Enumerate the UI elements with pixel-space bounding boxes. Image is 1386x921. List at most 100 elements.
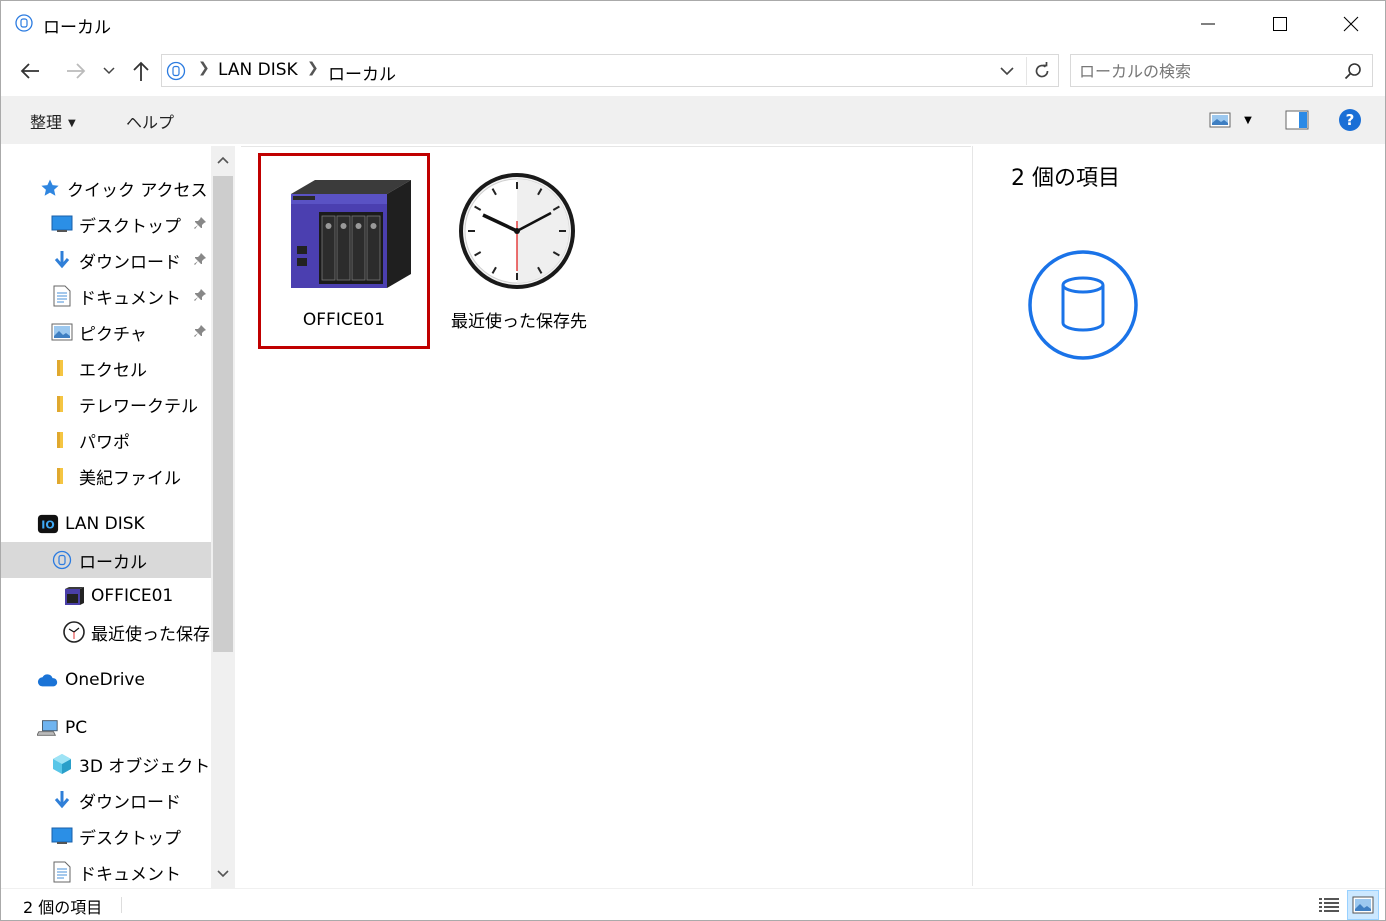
minimize-button[interactable] <box>1172 1 1244 47</box>
item-office01[interactable]: OFFICE01 <box>258 153 430 349</box>
nav-pc[interactable]: PC <box>1 710 211 746</box>
computer-icon <box>37 717 59 739</box>
nav-quick-access[interactable]: クイック アクセス <box>1 170 211 206</box>
download-icon <box>51 789 73 811</box>
nav-item-recent[interactable]: 最近使った保存先 <box>1 614 211 650</box>
3d-objects-icon <box>51 753 73 775</box>
nav-item-office01[interactable]: OFFICE01 <box>1 578 211 614</box>
preview-title: 2 個の項目 <box>1011 166 1120 191</box>
nav-item-pc-desktop[interactable]: デスクトップ <box>1 818 211 854</box>
nav-label: デスクトップ <box>79 216 181 237</box>
desktop-icon <box>51 825 73 847</box>
nav-item-desktop[interactable]: デスクトップ <box>1 206 211 242</box>
picture-icon <box>51 321 73 343</box>
organize-label: 整理 <box>30 113 63 132</box>
network-drive-icon <box>15 14 33 32</box>
large-icons-view-button[interactable] <box>1347 890 1379 920</box>
nav-label: 最近使った保存先 <box>91 624 211 645</box>
maximize-button[interactable] <box>1244 1 1316 47</box>
nav-item-downloads[interactable]: ダウンロード <box>1 242 211 278</box>
minimize-icon <box>1201 23 1215 25</box>
forward-button[interactable] <box>61 55 91 87</box>
scroll-up-icon[interactable] <box>215 152 231 168</box>
address-bar[interactable]: ❯ LAN DISK ❯ ローカル <box>161 54 1059 87</box>
download-icon <box>51 249 73 271</box>
arrow-left-icon <box>20 63 39 79</box>
nav-label: テレワークテル <box>79 396 198 417</box>
change-view-button[interactable] <box>1207 108 1233 132</box>
nav-item-telework-folder[interactable]: テレワークテル <box>1 386 211 422</box>
network-drive-icon <box>51 549 73 571</box>
pin-icon[interactable] <box>193 324 207 338</box>
status-bar: 2 個の項目 <box>1 888 1385 920</box>
back-button[interactable] <box>15 55 45 87</box>
nav-label: PC <box>65 718 88 738</box>
help-icon-button[interactable]: ? <box>1337 108 1363 132</box>
star-icon <box>39 177 61 199</box>
file-list: OFFICE01 最近使った保存先 <box>241 146 971 886</box>
nav-item-pc-documents[interactable]: ドキュメント <box>1 854 211 888</box>
document-icon <box>51 285 73 307</box>
view-thumbnail-icon <box>1209 112 1231 128</box>
cloud-icon <box>37 669 59 691</box>
nav-item-powerpoint-folder[interactable]: パワポ <box>1 422 211 458</box>
breadcrumb-chevron-icon[interactable]: ❯ <box>198 60 210 76</box>
organize-button[interactable]: 整理 ▼ <box>30 109 76 133</box>
pin-icon[interactable] <box>193 252 207 266</box>
nav-scrollbar[interactable] <box>211 146 235 888</box>
item-recent-locations[interactable]: 最近使った保存先 <box>433 153 605 349</box>
address-dropdown-button[interactable] <box>994 59 1020 83</box>
help-icon: ? <box>1339 109 1361 131</box>
preview-pane: 2 個の項目 <box>972 146 1385 886</box>
status-divider <box>121 897 122 913</box>
arrow-up-icon <box>133 61 149 81</box>
details-view-button[interactable] <box>1313 890 1345 920</box>
close-icon <box>1343 16 1359 32</box>
breadcrumb-chevron-icon[interactable]: ❯ <box>307 60 319 76</box>
network-drive-icon <box>166 61 186 81</box>
nav-item-documents[interactable]: ドキュメント <box>1 278 211 314</box>
refresh-icon <box>1035 62 1048 78</box>
status-text: 2 個の項目 <box>23 898 103 917</box>
preview-pane-button[interactable] <box>1284 108 1310 132</box>
nav-label: エクセル <box>79 360 147 381</box>
nav-onedrive[interactable]: OneDrive <box>1 662 211 698</box>
address-row: ❯ LAN DISK ❯ ローカル <box>1 47 1385 95</box>
help-button[interactable]: ヘルプ <box>126 109 174 133</box>
folder-icon <box>51 429 73 451</box>
nav-item-excel-folder[interactable]: エクセル <box>1 350 211 386</box>
svg-text:?: ? <box>1346 111 1355 129</box>
up-button[interactable] <box>126 55 156 87</box>
nav-label: ダウンロード <box>79 792 181 813</box>
breadcrumb-local[interactable]: ローカル <box>328 60 396 85</box>
scroll-thumb[interactable] <box>213 176 233 652</box>
nav-label: ローカル <box>79 552 147 573</box>
refresh-button[interactable] <box>1026 57 1056 85</box>
svg-text:IO: IO <box>41 519 54 532</box>
nav-item-local[interactable]: ローカル <box>1 542 211 578</box>
search-icon[interactable] <box>1344 62 1362 80</box>
nav-item-miki-folder[interactable]: 美紀ファイル <box>1 458 211 494</box>
pin-icon[interactable] <box>193 288 207 302</box>
large-icons-view-icon <box>1352 896 1374 914</box>
document-icon <box>51 861 73 883</box>
scroll-down-icon[interactable] <box>215 866 231 882</box>
close-button[interactable] <box>1315 1 1386 47</box>
nav-lan-disk[interactable]: IO LAN DISK <box>1 506 211 542</box>
pin-icon[interactable] <box>193 216 207 230</box>
search-input[interactable] <box>1079 60 1339 82</box>
nas-device-icon <box>63 585 85 607</box>
nav-item-pictures[interactable]: ピクチャ <box>1 314 211 350</box>
clock-icon <box>459 173 575 289</box>
item-label: 最近使った保存先 <box>451 312 587 332</box>
nav-label: ダウンロード <box>79 252 181 273</box>
nav-label: 3D オブジェクト <box>79 756 211 777</box>
preview-pane-icon <box>1285 110 1309 130</box>
desktop-icon <box>51 213 73 235</box>
title-bar: ローカル <box>1 1 1385 47</box>
recent-locations-button[interactable] <box>97 55 121 87</box>
view-options-button[interactable]: ▼ <box>1237 108 1259 132</box>
nav-item-pc-downloads[interactable]: ダウンロード <box>1 782 211 818</box>
nav-item-3d-objects[interactable]: 3D オブジェクト <box>1 746 211 782</box>
breadcrumb-lan-disk[interactable]: LAN DISK <box>218 60 298 80</box>
